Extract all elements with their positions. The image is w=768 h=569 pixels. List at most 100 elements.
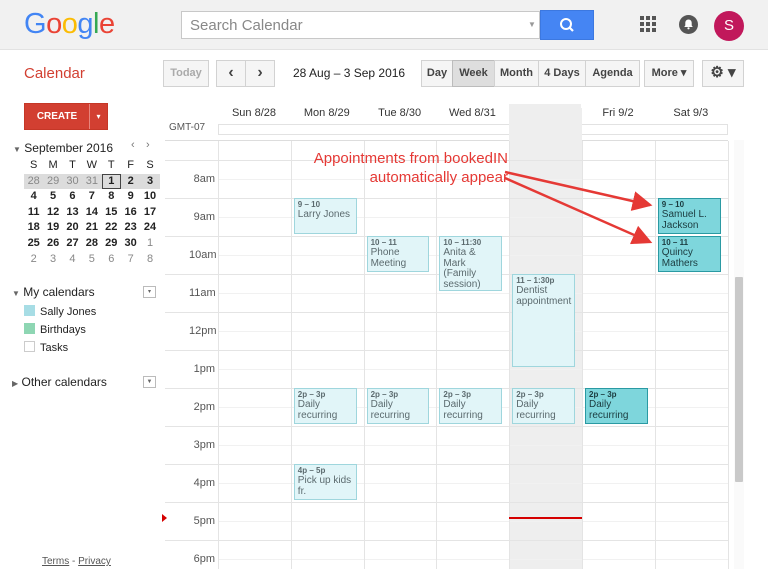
mini-calendar-day[interactable]: 23 (121, 220, 140, 236)
day-header[interactable]: Sun 8/28 (218, 107, 290, 119)
other-calendars-header[interactable]: ▶ Other calendars (12, 375, 107, 389)
mini-calendar-day[interactable]: 31 (82, 173, 102, 190)
day-header[interactable]: Wed 8/31 (436, 107, 508, 119)
my-calendars-header[interactable]: ▼ My calendars (12, 285, 95, 299)
mini-calendar-day[interactable]: 28 (24, 173, 44, 190)
mini-calendar-day[interactable]: 26 (43, 236, 62, 252)
day-header[interactable]: Tue 8/30 (364, 107, 436, 119)
privacy-link[interactable]: Privacy (78, 556, 111, 567)
calendar-item-tasks[interactable]: Tasks (24, 341, 68, 354)
mini-calendar-day[interactable]: 12 (43, 205, 62, 221)
mini-calendar-day[interactable]: 7 (121, 252, 140, 268)
mini-calendar-day[interactable]: 7 (82, 189, 101, 205)
calendar-event[interactable]: 11 – 1:30p Dentist appointment (512, 274, 575, 367)
mini-calendar-day[interactable]: 4 (24, 189, 43, 205)
other-calendars-menu-button[interactable]: ▼ (143, 376, 156, 388)
mini-calendar-day[interactable]: 6 (102, 252, 121, 268)
collapse-caret-icon[interactable]: ▼ (13, 145, 21, 154)
view-day-button[interactable]: Day (421, 60, 453, 87)
mini-calendar-day[interactable]: 30 (121, 236, 140, 252)
mini-calendar-day[interactable]: 30 (62, 173, 83, 190)
calendar-event[interactable]: 9 – 10 Samuel L. Jackson (657, 198, 721, 234)
mini-calendar-day[interactable]: 16 (121, 205, 140, 221)
view-week-button[interactable]: Week (452, 60, 495, 87)
mini-calendar-day[interactable]: 5 (82, 252, 101, 268)
mini-calendar-day[interactable]: 4 (63, 252, 82, 268)
mini-calendar-day[interactable]: 2 (120, 173, 141, 190)
calendar-event[interactable]: 2p – 3p Daily recurring (366, 388, 430, 424)
mini-calendar-prev-button[interactable]: ‹ (131, 139, 135, 151)
mini-calendar-day[interactable]: 14 (82, 205, 101, 221)
mini-calendar-day[interactable]: 6 (63, 189, 82, 205)
mini-calendar-day[interactable]: 18 (24, 220, 43, 236)
calendar-item-birthdays[interactable]: Birthdays (24, 323, 86, 336)
mini-calendar-day[interactable]: 2 (24, 252, 43, 268)
create-dropdown-arrow-icon[interactable]: ▾ (89, 104, 107, 129)
mini-calendar-day[interactable]: 1 (101, 173, 121, 190)
today-button[interactable]: Today (163, 60, 209, 87)
calendar-event[interactable]: 2p – 3p Daily recurring (293, 388, 357, 424)
mini-calendar-day[interactable]: 13 (63, 205, 82, 221)
search-button[interactable] (540, 10, 594, 40)
mini-calendar-day[interactable]: 29 (43, 173, 63, 190)
create-button[interactable]: CREATE ▾ (24, 103, 108, 130)
mini-calendar-day[interactable]: 5 (43, 189, 62, 205)
mini-calendar-day[interactable]: 1 (140, 236, 159, 252)
mini-calendar-day[interactable]: 8 (140, 252, 159, 268)
my-calendars-menu-button[interactable]: ▾ (143, 286, 156, 298)
mini-calendar-day[interactable]: 11 (24, 205, 43, 221)
calendar-event[interactable]: 2p – 3p Daily recurring (585, 388, 648, 424)
next-week-button[interactable]: › (245, 60, 275, 87)
mini-calendar-day[interactable]: 29 (102, 236, 121, 252)
mini-calendar-week-row: 11 12 13 14 15 16 17 (24, 205, 160, 221)
apps-grid-icon[interactable] (640, 16, 656, 32)
mini-calendar-day[interactable]: 22 (102, 220, 121, 236)
mini-calendar-next-button[interactable]: › (146, 139, 150, 151)
avatar[interactable]: S (714, 11, 744, 41)
calendar-event[interactable]: 9 – 10 Larry Jones (293, 198, 357, 234)
calendar-event[interactable]: 4p – 5p Pick up kids fr. (293, 464, 357, 500)
calendar-event[interactable]: 2p – 3p Daily recurring (512, 388, 575, 424)
mini-calendar-day[interactable]: 20 (63, 220, 82, 236)
mini-calendar-day[interactable]: 24 (140, 220, 159, 236)
mini-calendar-day[interactable]: 9 (121, 189, 140, 205)
mini-calendar-day[interactable]: 3 (140, 173, 160, 190)
hour-line (165, 198, 728, 199)
mini-calendar-day[interactable]: 27 (63, 236, 82, 252)
bell-icon[interactable] (679, 15, 698, 34)
mini-calendar-day[interactable]: 19 (43, 220, 62, 236)
search-input[interactable]: Search Calendar (181, 11, 540, 39)
mini-calendar-day[interactable]: 15 (102, 205, 121, 221)
calendar-event[interactable]: 10 – 11 Quincy Mathers (657, 236, 721, 272)
view-4days-button[interactable]: 4 Days (538, 60, 586, 87)
search-options-caret-icon[interactable]: ▼ (528, 20, 536, 29)
day-header[interactable]: Fri 9/2 (582, 107, 654, 119)
mini-calendar-day[interactable]: 3 (43, 252, 62, 268)
view-agenda-button[interactable]: Agenda (585, 60, 640, 87)
terms-link[interactable]: Terms (42, 556, 69, 567)
day-header[interactable]: Mon 8/29 (291, 107, 363, 119)
mini-calendar-day[interactable]: 10 (140, 189, 159, 205)
mini-calendar-day[interactable]: 21 (82, 220, 101, 236)
calendar-event[interactable]: 2p – 3p Daily recurring (439, 388, 503, 424)
logo-letter: e (98, 8, 115, 40)
mini-calendar-month-label[interactable]: ▼ September 2016 (13, 141, 113, 155)
previous-week-button[interactable]: ‹ (216, 60, 246, 87)
google-logo[interactable]: Google (24, 8, 115, 41)
calendar-event[interactable]: 10 – 11:30 Anita & Mark (Family session) (439, 236, 503, 291)
mini-calendar-day[interactable]: 25 (24, 236, 43, 252)
all-day-row[interactable] (218, 124, 728, 135)
week-grid[interactable]: 8am 9am 10am 11am 12pm 1pm 2pm 3pm 4pm 5pm 6pm 9 –… (162, 108, 729, 569)
mini-calendar-day[interactable]: 28 (82, 236, 101, 252)
view-month-button[interactable]: Month (494, 60, 539, 87)
mini-calendar-day[interactable]: 8 (102, 189, 121, 205)
calendar-event[interactable]: 10 – 11 Phone Meeting (366, 236, 430, 272)
calendar-item-sally-jones[interactable]: Sally Jones (24, 305, 96, 318)
hour-label: 6pm (193, 553, 215, 565)
settings-gear-icon[interactable]: ⚙ ▾ (702, 60, 744, 87)
more-button[interactable]: More ▾ (644, 60, 694, 87)
scrollbar-thumb[interactable] (735, 277, 743, 482)
mini-calendar-day[interactable]: 17 (140, 205, 159, 221)
day-header[interactable]: Sat 9/3 (655, 107, 727, 119)
current-time-line (509, 517, 582, 520)
